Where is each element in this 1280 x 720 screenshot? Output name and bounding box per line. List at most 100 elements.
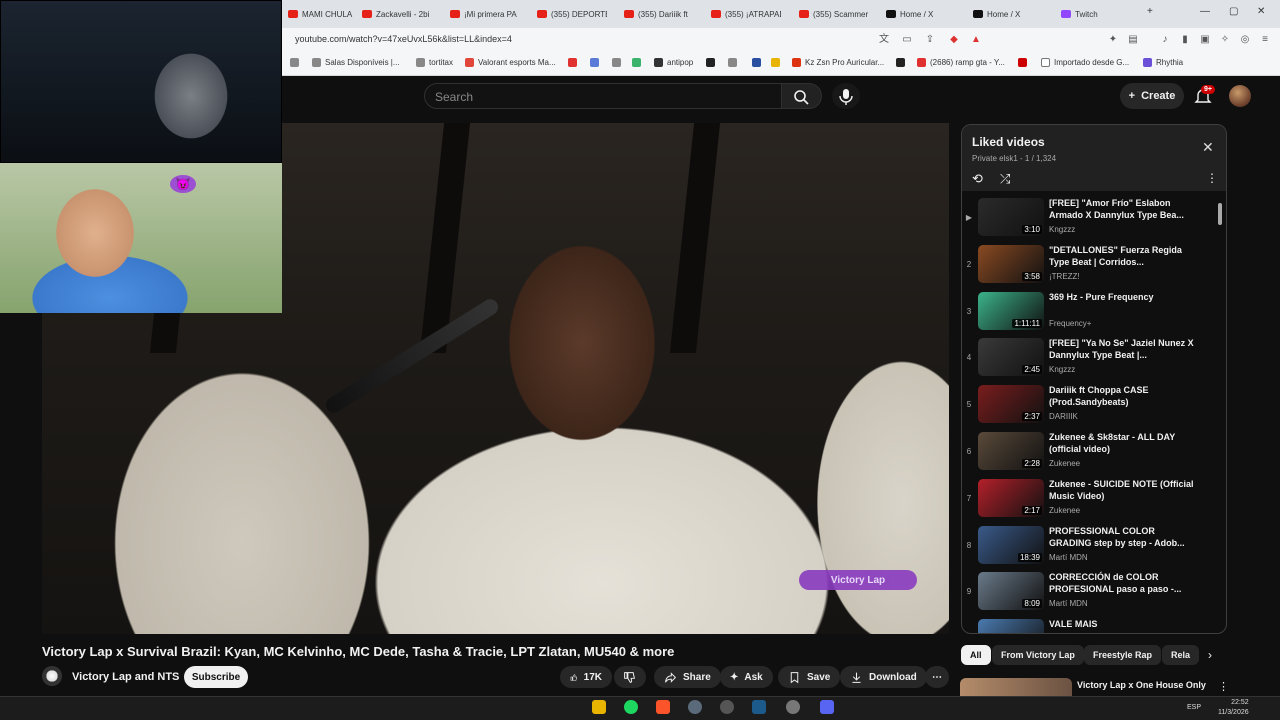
maximize-icon[interactable]: ▢ [1229, 6, 1238, 17]
bookmark-item[interactable] [896, 58, 905, 67]
bookmark-item[interactable] [752, 58, 761, 67]
chip-all[interactable]: All [961, 645, 991, 665]
app-icon[interactable] [688, 700, 702, 714]
bookmark-item[interactable]: Valorant esports Ma... [465, 58, 556, 67]
browser-tab[interactable]: (355) Dariiik ft [624, 4, 694, 24]
youtube-icon [917, 58, 926, 67]
spotify-icon[interactable] [624, 700, 638, 714]
channel-name[interactable]: Victory Lap and NTS [72, 671, 179, 683]
browser-tab[interactable]: (355) Scammer [799, 4, 869, 24]
brave-icon[interactable] [656, 700, 670, 714]
more-actions-button[interactable]: ⋯ [925, 666, 949, 688]
file-explorer-icon[interactable] [592, 700, 606, 714]
dislike-button[interactable] [614, 666, 646, 688]
playlist-item[interactable]: 2 3:58 "DETALLONES" Fuerza Regida Type Bea… [962, 242, 1212, 288]
extensions-icon[interactable]: ✦ [1107, 34, 1119, 46]
steam-icon[interactable] [752, 700, 766, 714]
playlist-item[interactable]: 3 1:11:11 369 Hz - Pure Frequency Frequency… [962, 289, 1212, 335]
chip-freestyle-rap[interactable]: Freestyle Rap [1084, 645, 1162, 665]
bookmark-item[interactable]: Kz Zsn Pro Auricular... [792, 58, 884, 67]
browser-tab[interactable]: (355) DEPORTE [537, 4, 607, 24]
app-icon[interactable] [786, 700, 800, 714]
bookmark-folder[interactable]: Importado desde G... [1041, 58, 1129, 67]
playlist-item-title: PROFESSIONAL COLOR GRADING step by step … [1049, 525, 1185, 548]
chip-related[interactable]: Rela [1162, 645, 1200, 665]
browser-tab[interactable]: MAMI CHULA [288, 4, 358, 24]
bookmark-item[interactable] [612, 58, 621, 67]
avatar[interactable] [1229, 85, 1251, 107]
shuffle-icon[interactable]: ⤮ [1000, 171, 1010, 187]
rewards-icon[interactable]: ▲ [970, 34, 982, 46]
chevron-right-icon[interactable]: › [1208, 648, 1212, 662]
brave-shield-icon[interactable]: ◆ [948, 34, 960, 46]
share-page-icon[interactable]: ⇪ [924, 34, 936, 46]
chip-from-victory-lap[interactable]: From Victory Lap [992, 645, 1084, 665]
bookmark-item[interactable] [590, 58, 599, 67]
browser-tab[interactable]: Zackavelli - 2bi [362, 4, 432, 24]
ask-button[interactable]: ✦ Ask [720, 666, 773, 688]
more-vertical-icon[interactable]: ⋮ [1206, 171, 1218, 185]
bookmark-item[interactable] [568, 58, 577, 67]
leo-icon[interactable]: ✧ [1219, 34, 1231, 46]
media-icon[interactable]: ♪ [1159, 34, 1171, 46]
browser-tab[interactable]: Home / X [973, 4, 1043, 24]
reading-list-icon[interactable]: ▤ [1127, 34, 1139, 46]
recommended-title[interactable]: Victory Lap x One House Only [1077, 680, 1206, 690]
playlist-item[interactable]: 4 2:45 [FREE] "Ya No Se" Jaziel Nunez X Da… [962, 335, 1212, 381]
playlist-item[interactable]: ▶ 3:10 [FREE] "Amor Frío" Eslabon Armado X… [962, 195, 1212, 241]
create-button[interactable]: + Create [1120, 83, 1184, 109]
vpn-icon[interactable]: ◎ [1239, 34, 1251, 46]
playlist-item[interactable]: 5 2:37 Dariiik ft Choppa CASE (Prod.Sandyb… [962, 382, 1212, 428]
playlist-item[interactable]: 7 2:17 Zukenee - SUICIDE NOTE (Official Mu… [962, 476, 1212, 522]
playlist-item[interactable]: 8 18:39 PROFESSIONAL COLOR GRADING step by… [962, 523, 1212, 569]
screenshot-icon[interactable]: ▭ [901, 34, 913, 46]
new-tab-button[interactable]: + [1147, 6, 1153, 17]
app-icon[interactable] [720, 700, 734, 714]
search-button[interactable] [782, 83, 822, 109]
scrollbar[interactable] [1218, 203, 1222, 225]
like-button[interactable]: 17K [560, 666, 612, 688]
bookmark-item[interactable] [632, 58, 641, 67]
channel-avatar[interactable] [42, 666, 62, 686]
translate-icon[interactable]: 文 [878, 34, 890, 46]
bookmark-item[interactable] [1018, 58, 1027, 67]
close-icon[interactable]: ✕ [1202, 139, 1214, 156]
discord-icon[interactable] [820, 700, 834, 714]
bookmark-item[interactable]: Rhythia [1143, 58, 1183, 67]
subscribe-button[interactable]: Subscribe [184, 666, 248, 688]
menu-icon[interactable]: ≡ [1259, 34, 1271, 46]
browser-tab[interactable]: Twitch [1061, 4, 1131, 24]
playlist-item[interactable]: 6 2:28 Zukenee & Sk8star - ALL DAY (offici… [962, 429, 1212, 475]
bookmark-item[interactable]: (2686) ramp gta - Y... [917, 58, 1005, 67]
browser-tab[interactable]: Home / X [886, 4, 956, 24]
browser-tab[interactable]: (355) ¡ATRAPAD [711, 4, 781, 24]
sidebar-icon[interactable]: ▮ [1179, 34, 1191, 46]
close-window-icon[interactable]: ✕ [1257, 6, 1265, 17]
more-vertical-icon[interactable]: ⋮ [1218, 680, 1229, 693]
loop-icon[interactable]: ⟲ [972, 171, 983, 187]
bookmark-item[interactable] [706, 58, 715, 67]
bookmark-item[interactable] [728, 58, 737, 67]
recommended-thumbnail[interactable] [960, 678, 1072, 698]
playlist-title[interactable]: Liked videos [972, 135, 1045, 149]
browser-tab[interactable]: ¡Mi primera PA [450, 4, 520, 24]
bookmark-item[interactable]: tortitax [416, 58, 453, 67]
download-button[interactable]: Download [840, 666, 927, 688]
share-button[interactable]: Share [654, 666, 721, 688]
bookmark-item[interactable]: antipop [654, 58, 693, 67]
save-button[interactable]: Save [778, 666, 841, 688]
bookmark-item[interactable] [290, 58, 299, 67]
playlist-item-thumbnail: 3:10 [978, 198, 1044, 236]
playlist-item-title: [FREE] "Ya No Se" Jaziel Nunez X Dannylu… [1049, 338, 1194, 361]
playlist-item[interactable]: 10VALE MAIS [962, 616, 1212, 633]
url-field[interactable]: youtube.com/watch?v=47xeUvxL56k&list=LL&… [295, 34, 512, 44]
bookmark-item[interactable]: Salas Disponíveis |... [312, 58, 400, 67]
playlist-item[interactable]: 9 8:09 CORRECCIÓN de COLOR PROFESIONAL pas… [962, 569, 1212, 615]
minimize-icon[interactable]: — [1200, 6, 1210, 17]
language-indicator[interactable]: ESP [1187, 704, 1201, 711]
clock[interactable]: 22:52 11/3/2026 [1218, 698, 1249, 718]
voice-search-button[interactable] [832, 83, 860, 109]
search-input[interactable]: Search [424, 83, 782, 109]
bookmark-item[interactable] [771, 58, 780, 67]
wallet-icon[interactable]: ▣ [1199, 34, 1211, 46]
